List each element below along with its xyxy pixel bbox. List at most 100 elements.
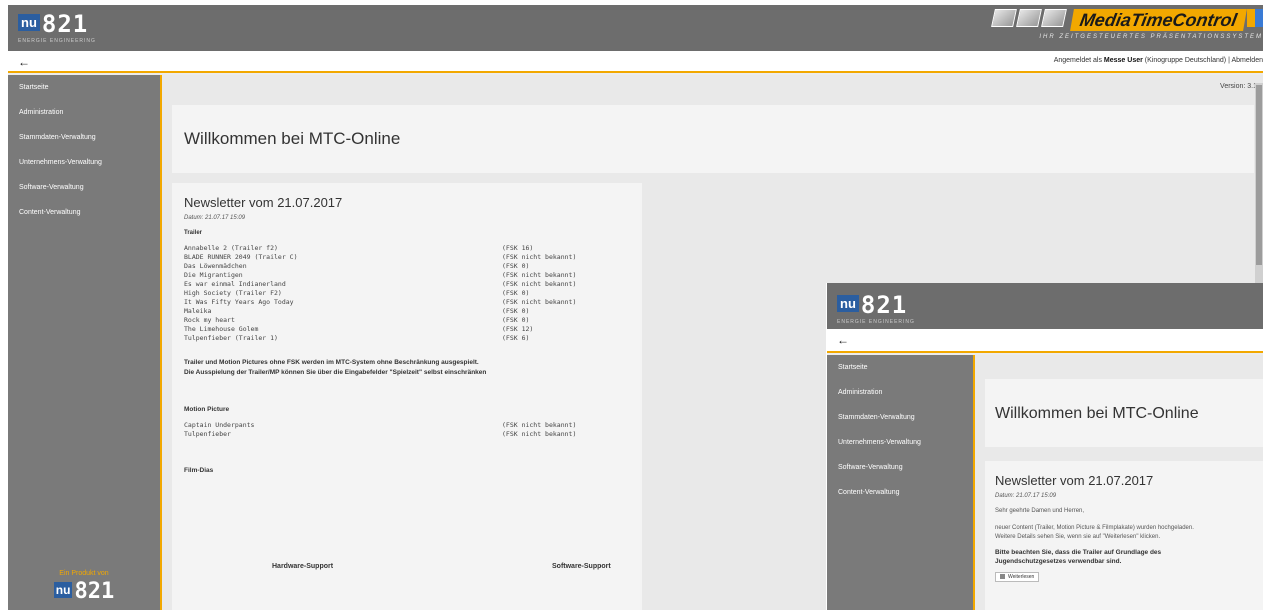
trailer-title: Die Migrantigen (184, 271, 243, 279)
logo-subtitle: ENERGIE ENGINEERING (18, 38, 96, 44)
fsk-rating: (FSK 16) (502, 244, 534, 252)
list-item: The Limehouse Golem (FSK 12) (184, 325, 630, 334)
fsk-rating: (FSK 6) (502, 334, 530, 342)
back-arrow-icon[interactable]: ← (837, 333, 849, 347)
list-item: BLADE RUNNER 2049 (Trailer C) (FSK nicht … (184, 253, 630, 262)
motion-picture-list: Captain Underpants (FSK nicht bekannt) Tu… (184, 421, 630, 439)
version-label: Version: 3.1 (1220, 83, 1257, 90)
overlay-body-2: Weitere Details sehen Sie, wenn sie auf … (995, 534, 1161, 540)
overlay-logo-mark: nu (837, 295, 859, 312)
sidebar-item-software[interactable]: Software-Verwaltung (827, 462, 973, 487)
overlay-newsletter-panel: Newsletter vom 21.07.2017 Datum: 21.07.1… (985, 461, 1263, 610)
document-icon (1000, 574, 1005, 579)
overlay-content: Willkommen bei MTC-Online Newsletter vom… (973, 355, 1263, 610)
trailer-title: Das Löwenmädchen (184, 262, 247, 270)
list-item: It Was Fifty Years Ago Today (FSK nicht b… (184, 298, 630, 307)
fsk-rating: (FSK nicht bekannt) (502, 430, 577, 438)
software-support-link[interactable]: Software-Support (552, 563, 611, 570)
brand-tagline: IHR ZEITGESTEUERTES PRÄSENTATIONSSYSTEM (1039, 34, 1263, 40)
sidebar-item-stammdaten[interactable]: Stammdaten-Verwaltung (827, 412, 973, 437)
read-more-button[interactable]: Weiterlesen (995, 571, 1040, 582)
trailer-title: Tulpenfieber (Trailer 1) (184, 334, 278, 342)
list-item: Die Migrantigen (FSK nicht bekannt) (184, 271, 630, 280)
list-item: Tulpenfieber (FSK nicht bekannt) (184, 430, 630, 439)
overlay-welcome-panel: Willkommen bei MTC-Online (985, 379, 1263, 447)
sidebar-nav: Startseite Administration Stammdaten-Ver… (8, 75, 160, 232)
brand-icon (1016, 9, 1043, 27)
fsk-rating: (FSK nicht bekannt) (502, 298, 577, 306)
company-logo[interactable]: nu 821 ENERGIE ENGINEERING (18, 10, 95, 44)
login-user: Messe User (1103, 57, 1143, 64)
list-item: Es war einmal Indianerland (FSK nicht bek… (184, 280, 630, 289)
trailer-title: The Limehouse Golem (184, 325, 259, 333)
fsk-rating: (FSK 0) (502, 307, 530, 315)
scrollbar-thumb[interactable] (1256, 85, 1262, 265)
byline-text: Ein Produkt von (59, 570, 109, 577)
fsk-rating: (FSK 0) (502, 262, 530, 270)
mp-title: Tulpenfieber (184, 430, 231, 438)
sidebar: Startseite Administration Stammdaten-Ver… (8, 75, 160, 610)
overlay-sidebar-nav: Startseite Administration Stammdaten-Ver… (827, 355, 973, 512)
newsletter-panel: Newsletter vom 21.07.2017 Datum: 21.07.1… (172, 183, 642, 610)
footer-logo: nu 821 (53, 579, 115, 604)
top-bar: ← Angemeldet als Messe User (Kinogruppe … (8, 51, 1263, 73)
brand-logo: MediaTimeControl IHR ZEITGESTEUERTES PRÄ… (991, 9, 1263, 47)
newsletter-title: Newsletter vom 21.07.2017 (184, 195, 343, 210)
back-arrow-icon[interactable]: ← (18, 55, 30, 69)
list-item: Rock my heart (FSK 0) (184, 316, 630, 325)
overlay-body-1: neuer Content (Trailer, Motion Picture &… (995, 525, 1194, 531)
overlay-top-bar: ← (827, 329, 1263, 353)
trailer-title: It Was Fifty Years Ago Today (184, 298, 294, 306)
footer-logo-number: 821 (74, 579, 115, 604)
logo-number: 821 (41, 10, 89, 38)
sidebar-item-content[interactable]: Content-Verwaltung (8, 207, 160, 232)
fsk-note: Trailer und Motion Pictures ohne FSK wer… (184, 358, 630, 378)
overlay-logo[interactable]: nu 821 ENERGIE ENGINEERING (837, 291, 914, 325)
motion-picture-heading: Motion Picture (184, 406, 230, 413)
login-separator: | (1228, 57, 1230, 64)
sidebar-item-startseite[interactable]: Startseite (827, 362, 973, 387)
hardware-support-link[interactable]: Hardware-Support (272, 563, 333, 570)
sidebar-item-unternehmen[interactable]: Unternehmens-Verwaltung (8, 157, 160, 182)
welcome-panel: Willkommen bei MTC-Online (172, 105, 1254, 173)
trailer-title: Maleika (184, 307, 212, 315)
mp-title: Captain Underpants (184, 421, 255, 429)
brand-icon (991, 9, 1018, 27)
brand-icon (1041, 9, 1068, 27)
footer-logo-mark: nu (53, 582, 73, 598)
fsk-note-line-2: Die Ausspielung der Trailer/MP können Si… (184, 369, 487, 376)
sidebar-item-content[interactable]: Content-Verwaltung (827, 487, 973, 512)
trailer-title: Es war einmal Indianerland (184, 280, 286, 288)
app-header: nu 821 ENERGIE ENGINEERING MediaTimeCont… (8, 5, 1263, 51)
fsk-rating: (FSK nicht bekannt) (502, 421, 577, 429)
overlay-header: nu 821 ENERGIE ENGINEERING (827, 283, 1263, 329)
newsletter-date: Datum: 21.07.17 15:09 (184, 215, 246, 221)
overlay-logo-subtitle: ENERGIE ENGINEERING (837, 319, 915, 325)
overlay-newsletter-title: Newsletter vom 21.07.2017 (995, 473, 1154, 488)
product-byline: Ein Produkt von nu 821 (8, 570, 160, 604)
fsk-rating: (FSK nicht bekannt) (502, 271, 577, 279)
brand-flag-icon (1247, 9, 1263, 27)
overlay-page-title: Willkommen bei MTC-Online (995, 405, 1199, 422)
logout-link[interactable]: Abmelden (1231, 57, 1263, 64)
list-item: Tulpenfieber (Trailer 1) (FSK 6) (184, 334, 630, 343)
sidebar-item-stammdaten[interactable]: Stammdaten-Verwaltung (8, 132, 160, 157)
sidebar-item-unternehmen[interactable]: Unternehmens-Verwaltung (827, 437, 973, 462)
list-item: High Society (Trailer F2) (FSK 0) (184, 289, 630, 298)
overlay-sidebar: Startseite Administration Stammdaten-Ver… (827, 355, 973, 610)
list-item: Das Löwenmädchen (FSK 0) (184, 262, 630, 271)
fsk-rating: (FSK nicht bekannt) (502, 253, 577, 261)
page-title: Willkommen bei MTC-Online (184, 129, 401, 148)
sidebar-item-software[interactable]: Software-Verwaltung (8, 182, 160, 207)
overlay-logo-number: 821 (860, 291, 908, 319)
trailer-heading: Trailer (184, 230, 203, 236)
overlay-newsletter-date: Datum: 21.07.17 15:09 (995, 493, 1057, 499)
list-item: Maleika (FSK 0) (184, 307, 630, 316)
sidebar-item-administration[interactable]: Administration (8, 107, 160, 132)
sidebar-item-administration[interactable]: Administration (827, 387, 973, 412)
fsk-rating: (FSK 12) (502, 325, 534, 333)
overlay-window: nu 821 ENERGIE ENGINEERING ← Startseite … (826, 283, 1263, 610)
login-prefix: Angemeldet als (1053, 57, 1102, 64)
sidebar-item-startseite[interactable]: Startseite (8, 82, 160, 107)
brand-name: MediaTimeControl (1070, 9, 1247, 31)
